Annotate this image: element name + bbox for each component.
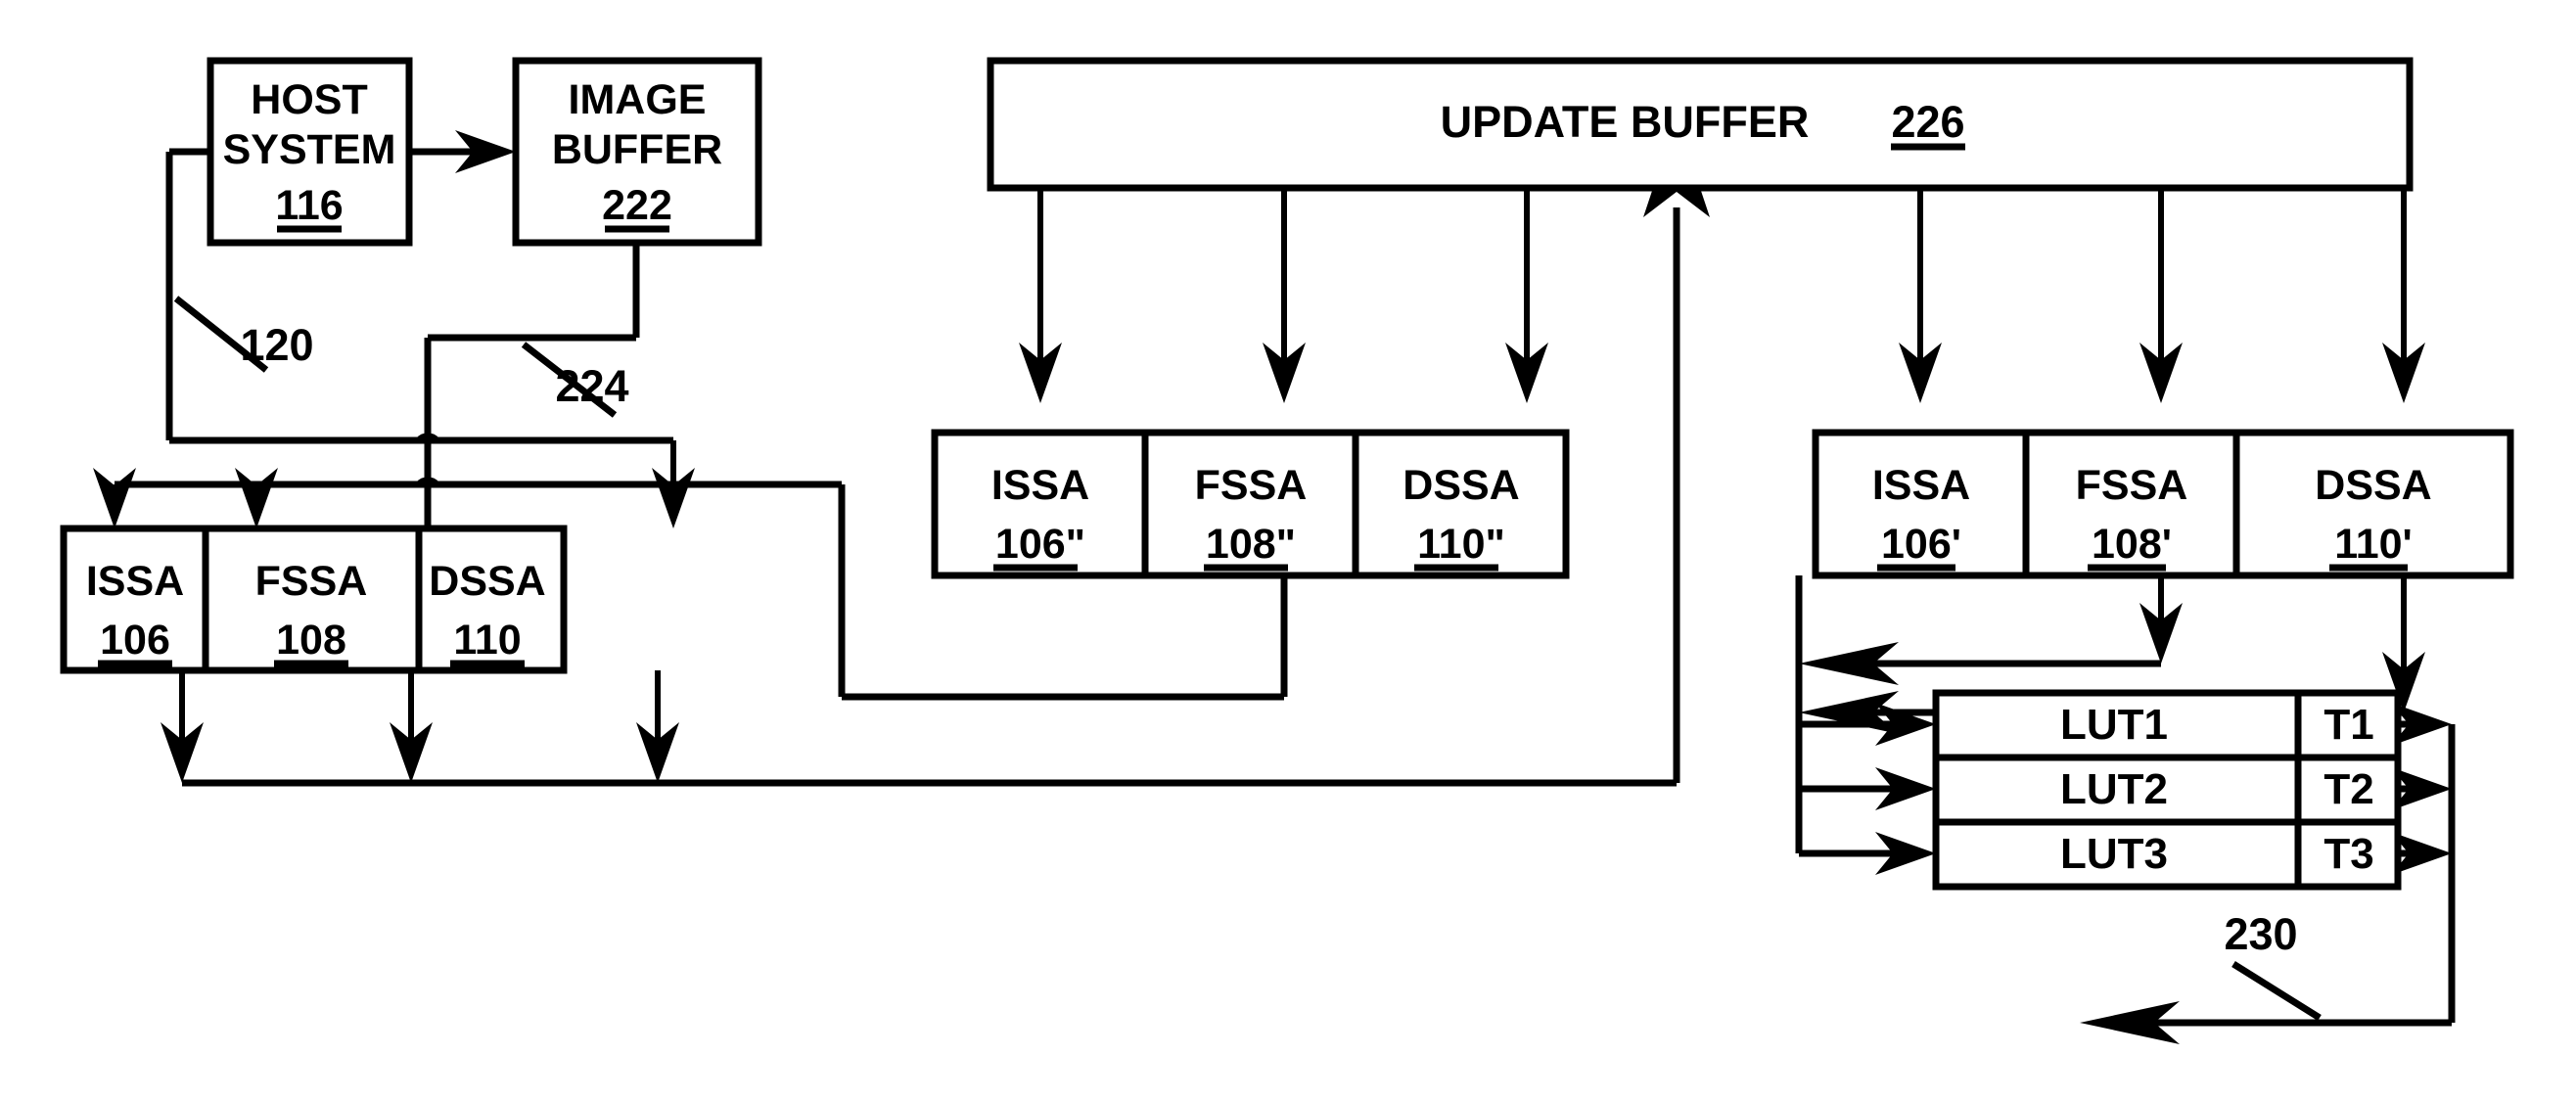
base-cell-0-ref: 106: [100, 617, 170, 664]
lead-label-224: 224: [555, 361, 628, 411]
lut-table: LUT1 T1 LUT2 T2 LUT3 T3: [1932, 689, 2402, 891]
sprime-cell-1-ref: 108': [2092, 521, 2172, 568]
patent-block-diagram: HOST SYSTEM 116 IMAGE BUFFER 222 UPDATE …: [60, 57, 2514, 1044]
lut-row-1-t: T2: [2323, 765, 2373, 813]
single-prime-address-group: ISSA 106' FSSA 108' DSSA 110': [1812, 429, 2514, 579]
update-buffer-block: UPDATE BUFFER 226: [987, 57, 2414, 192]
lut-row-0-t: T1: [2323, 701, 2373, 749]
dprime-cell-2-ref: 110": [1417, 521, 1505, 568]
dprime-cell-0-ref: 106": [995, 521, 1085, 568]
base-address-group: ISSA 106 FSSA 108 DSSA 110: [60, 525, 568, 674]
lut-row-2-label: LUT3: [2060, 830, 2168, 878]
dprime-cell-1-name: FSSA: [1195, 462, 1308, 509]
sprime-cell-1-name: FSSA: [2076, 462, 2188, 509]
host-system-block: HOST SYSTEM 116: [207, 57, 413, 247]
lut-row-2-t: T3: [2323, 830, 2373, 878]
update-buffer-ref: 226: [1891, 97, 1964, 147]
base-cell-1-name: FSSA: [255, 558, 368, 605]
image-buffer-block: IMAGE BUFFER 222: [512, 57, 762, 247]
host-system-line2: SYSTEM: [223, 126, 396, 173]
update-buffer-title: UPDATE BUFFER: [1441, 97, 1810, 147]
base-cell-1-ref: 108: [276, 617, 346, 664]
base-cell-0-name: ISSA: [86, 558, 184, 605]
sprime-cell-2-ref: 110': [2334, 521, 2413, 568]
host-system-line1: HOST: [251, 76, 367, 123]
lut-row-1-label: LUT2: [2060, 765, 2168, 813]
image-buffer-ref: 222: [602, 182, 672, 229]
lead-label-120: 120: [240, 320, 313, 370]
sprime-cell-0-ref: 106': [1881, 521, 1961, 568]
dprime-cell-2-name: DSSA: [1403, 462, 1519, 509]
image-buffer-line1: IMAGE: [569, 76, 707, 123]
sprime-cell-2-name: DSSA: [2315, 462, 2431, 509]
lut-row-0-label: LUT1: [2060, 701, 2168, 749]
sprime-cell-0-name: ISSA: [1872, 462, 1970, 509]
host-system-ref: 116: [275, 182, 343, 229]
base-cell-2-ref: 110: [453, 617, 521, 664]
base-cell-2-name: DSSA: [429, 558, 545, 605]
image-buffer-line2: BUFFER: [552, 126, 722, 173]
dprime-cell-0-name: ISSA: [991, 462, 1089, 509]
lead-label-230: 230: [2224, 909, 2297, 959]
double-prime-address-group: ISSA 106" FSSA 108" DSSA 110": [931, 429, 1570, 579]
dprime-cell-1-ref: 108": [1206, 521, 1296, 568]
